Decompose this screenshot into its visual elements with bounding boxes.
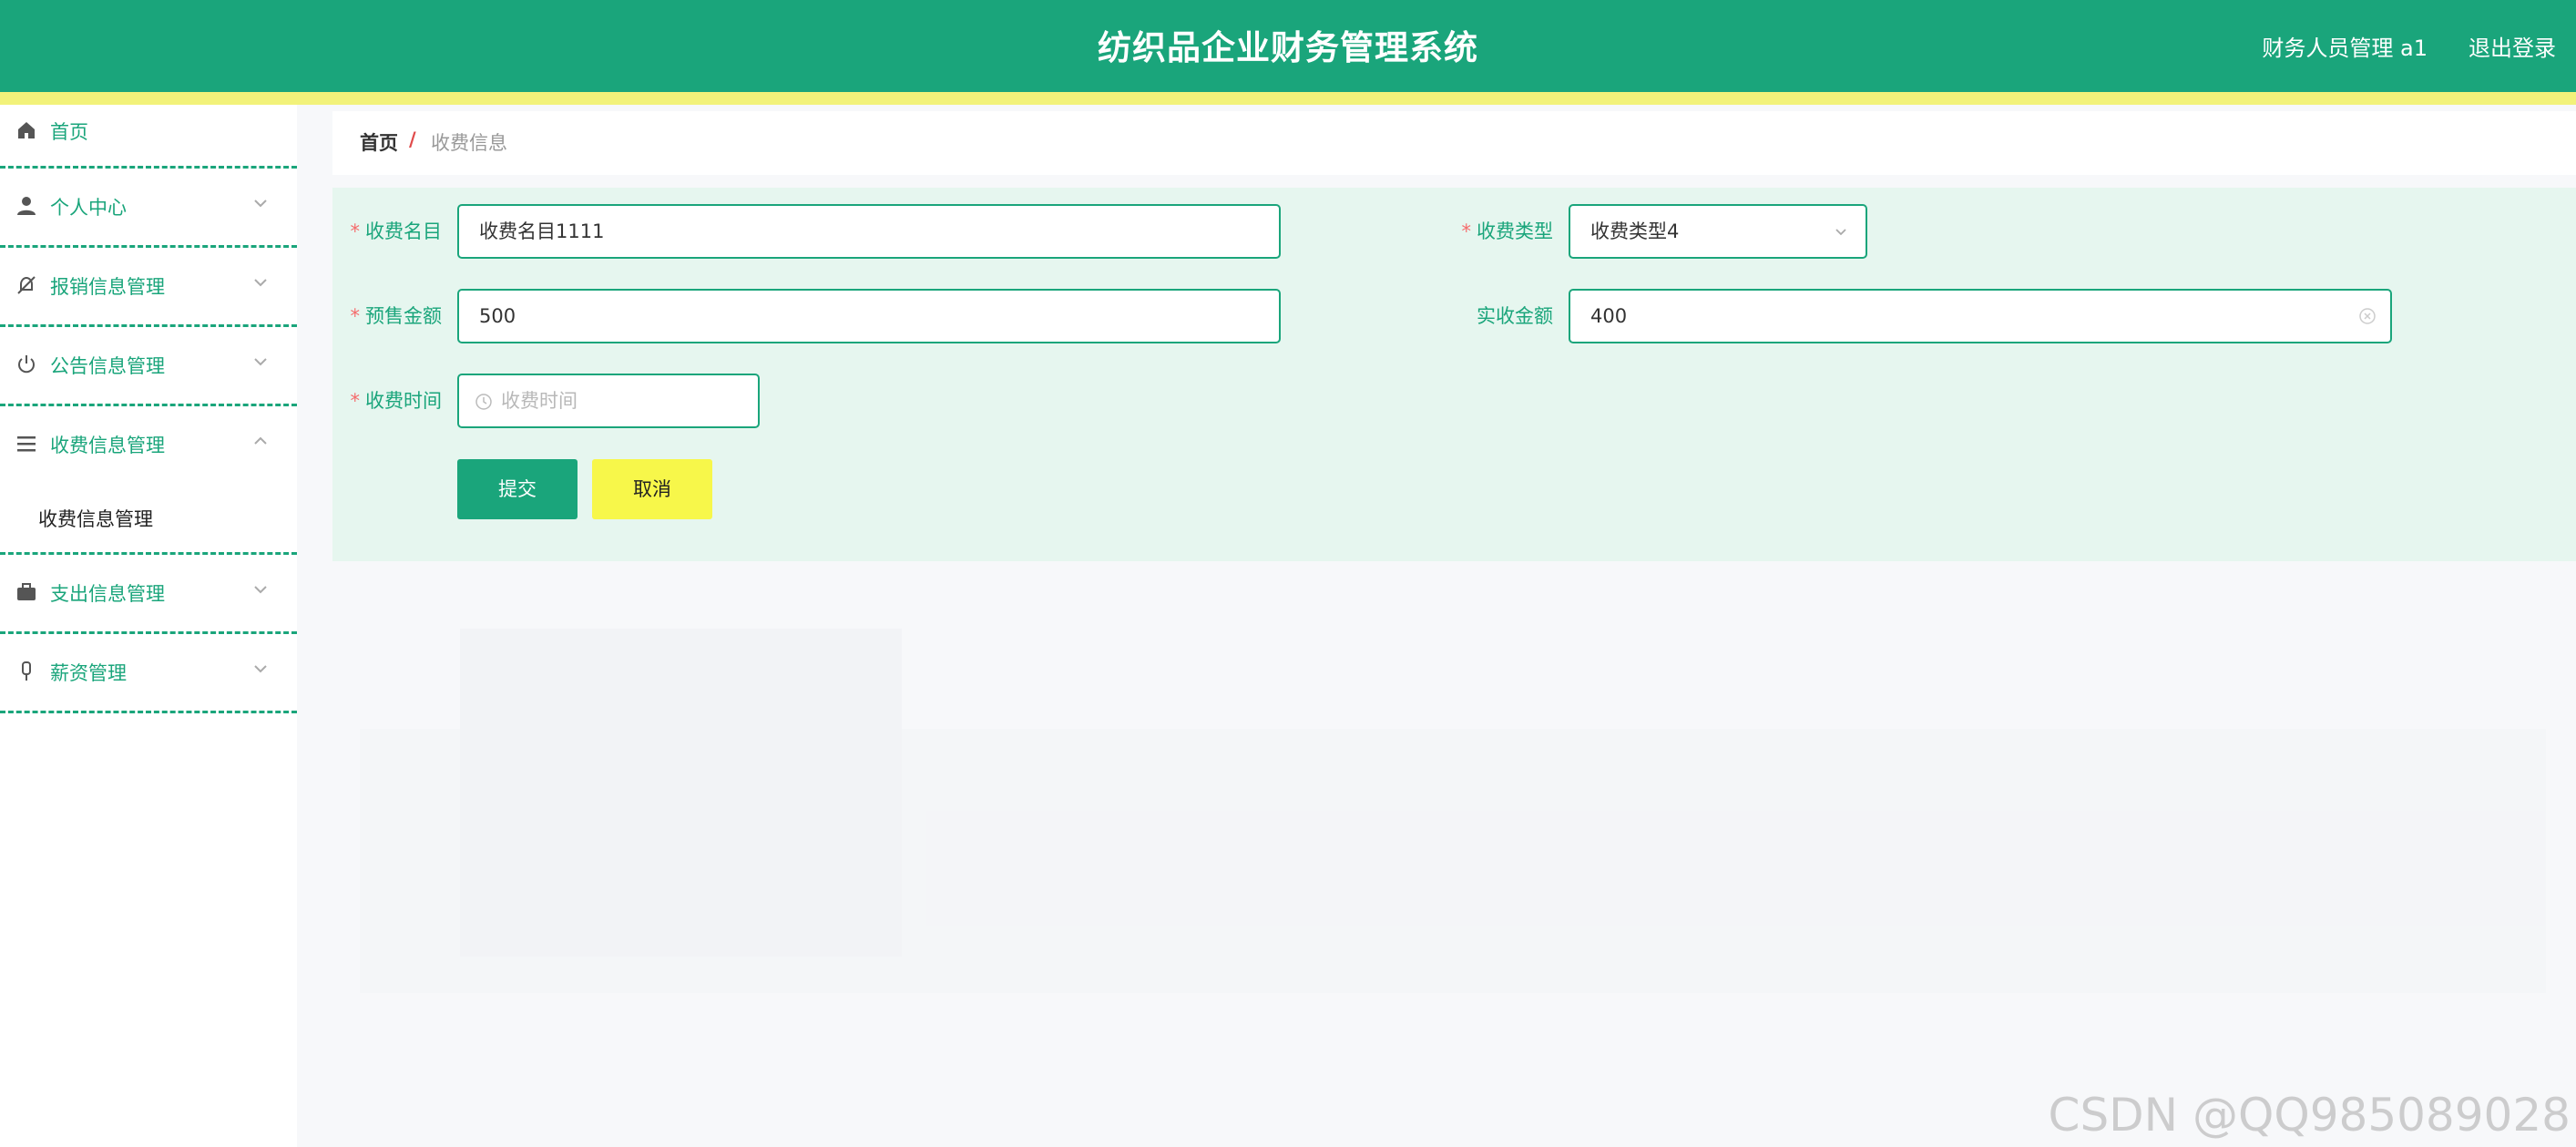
breadcrumb-current: 收费信息 [431,132,507,154]
fee-type-select[interactable]: 收费类型4 [1569,204,1867,259]
fee-time-placeholder: 收费时间 [501,390,578,412]
mic-icon [22,661,31,681]
sidebar-item-label: 报销信息管理 [50,276,165,298]
fee-name-label: * 收费名目 [350,220,443,242]
sidebar-item-expenses[interactable]: 支出信息管理 [0,555,297,634]
sidebar-item-fees[interactable]: 收费信息管理 [0,406,297,486]
user-info: 财务人员管理 a1 [2262,36,2428,61]
fee-name-input[interactable]: 收费名目1111 [457,204,1281,259]
breadcrumb-home[interactable]: 首页 [360,128,398,156]
sidebar-item-announcement[interactable]: 公告信息管理 [0,327,297,406]
submenu-fees: 收费信息管理 [0,486,297,555]
sidebar-item-label: 支出信息管理 [50,583,165,605]
actual-amount-value: 400 [1590,305,1628,327]
watermark: CSDN @QQ985089028 [2048,1089,2571,1142]
power-icon [18,355,35,374]
briefcase-icon [17,583,36,600]
sidebar-item-label: 首页 [50,121,88,143]
user-icon [17,197,36,215]
chevron-down-icon [254,665,267,673]
sidebar-item-reimbursement[interactable]: 报销信息管理 [0,248,297,327]
clock-icon [475,394,492,410]
chevron-down-icon [254,279,267,287]
app-title: 纺织品企业财务管理系统 [1098,28,1478,67]
home-icon [18,122,35,138]
fee-time-label: * 收费时间 [350,390,443,412]
sidebar-item-home[interactable]: 首页 [0,105,297,169]
sidebar-subitem-fees[interactable]: 收费信息管理 [38,505,153,532]
presale-amount-label: * 预售金额 [350,305,443,327]
chevron-down-icon [254,586,267,594]
presale-amount-input[interactable]: 500 [457,289,1281,343]
clear-icon[interactable] [2357,306,2377,326]
sidebar-item-label: 公告信息管理 [50,355,165,377]
cancel-button[interactable]: 取消 [592,459,712,519]
chevron-up-icon [254,436,267,445]
fee-form: * 收费名目 收费名目1111 * 收费类型 收费类型4 * 预售金额 500 实收金… [332,188,2576,561]
sidebar-item-label: 薪资管理 [50,662,127,684]
sidebar-item-profile[interactable]: 个人中心 [0,169,297,248]
sidebar-item-label: 个人中心 [50,197,127,219]
chevron-down-icon [254,358,267,366]
fee-type-value: 收费类型4 [1590,220,1680,242]
sidebar: 首页 个人中心 报销信息管理 公告信息管理 收费信息管理 收费信息管理 支出信息… [0,105,297,1147]
chevron-down-icon [1835,229,1846,236]
actual-amount-input[interactable]: 400 [1569,289,2392,343]
fee-time-picker[interactable]: 收费时间 [457,374,760,428]
menu-icon [17,436,36,452]
actual-amount-label: 实收金额 [1477,305,1553,327]
app-header: 纺织品企业财务管理系统 财务人员管理 a1 退出登录 [0,0,2576,92]
header-stripe [0,92,2576,105]
sidebar-item-label: 收费信息管理 [50,435,165,456]
breadcrumb: 首页 / 收费信息 [332,111,2576,175]
bell-off-icon [17,276,36,294]
logout-link[interactable]: 退出登录 [2469,30,2556,62]
chevron-down-icon [254,200,267,208]
sidebar-item-salary[interactable]: 薪资管理 [0,634,297,713]
fee-type-label: * 收费类型 [1461,220,1554,242]
faded-background-block [360,729,2546,993]
submit-button[interactable]: 提交 [457,459,578,519]
breadcrumb-separator: / [409,128,416,150]
